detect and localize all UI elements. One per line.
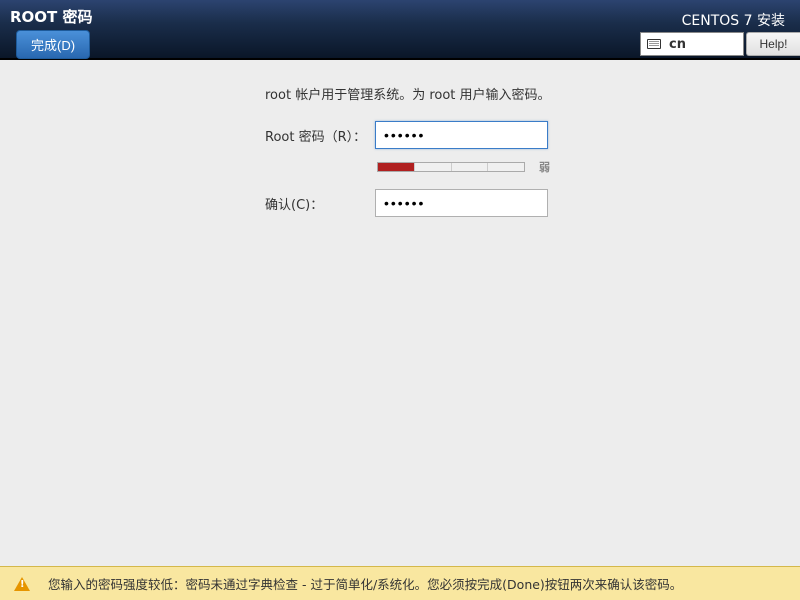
confirm-password-input[interactable] xyxy=(375,189,548,217)
keyboard-icon xyxy=(647,39,661,49)
page-title: ROOT 密码 xyxy=(10,6,93,27)
strength-segment xyxy=(488,163,524,171)
strength-segment xyxy=(415,163,452,171)
keyboard-layout-selector[interactable]: cn xyxy=(640,32,744,56)
root-password-input[interactable] xyxy=(375,121,548,149)
installer-header: ROOT 密码 完成(D) CENTOS 7 安装 cn Help! xyxy=(0,0,800,60)
form-content: root 帐户用于管理系统。为 root 用户输入密码。 Root 密码（R）：… xyxy=(0,60,800,217)
password-strength-meter: 弱 xyxy=(377,159,760,175)
strength-bar xyxy=(377,162,525,172)
warning-message: 您输入的密码强度较低：密码未通过字典检查 - 过于简单化/系统化。您必须按完成(… xyxy=(48,574,682,593)
instruction-text: root 帐户用于管理系统。为 root 用户输入密码。 xyxy=(265,84,760,103)
strength-segment xyxy=(452,163,489,171)
confirm-password-label: 确认(C)： xyxy=(265,194,375,213)
keyboard-layout-code: cn xyxy=(669,37,686,52)
confirm-password-row: 确认(C)： xyxy=(265,189,760,217)
root-password-row: Root 密码（R）： xyxy=(265,121,760,149)
done-button[interactable]: 完成(D) xyxy=(16,30,90,59)
help-button[interactable]: Help! xyxy=(746,32,800,56)
installer-title: CENTOS 7 安装 xyxy=(682,10,785,30)
strength-segment xyxy=(378,163,415,171)
root-password-label: Root 密码（R）： xyxy=(265,126,375,145)
warning-bar: 您输入的密码强度较低：密码未通过字典检查 - 过于简单化/系统化。您必须按完成(… xyxy=(0,566,800,600)
warning-icon xyxy=(14,577,30,591)
strength-label: 弱 xyxy=(539,159,550,175)
